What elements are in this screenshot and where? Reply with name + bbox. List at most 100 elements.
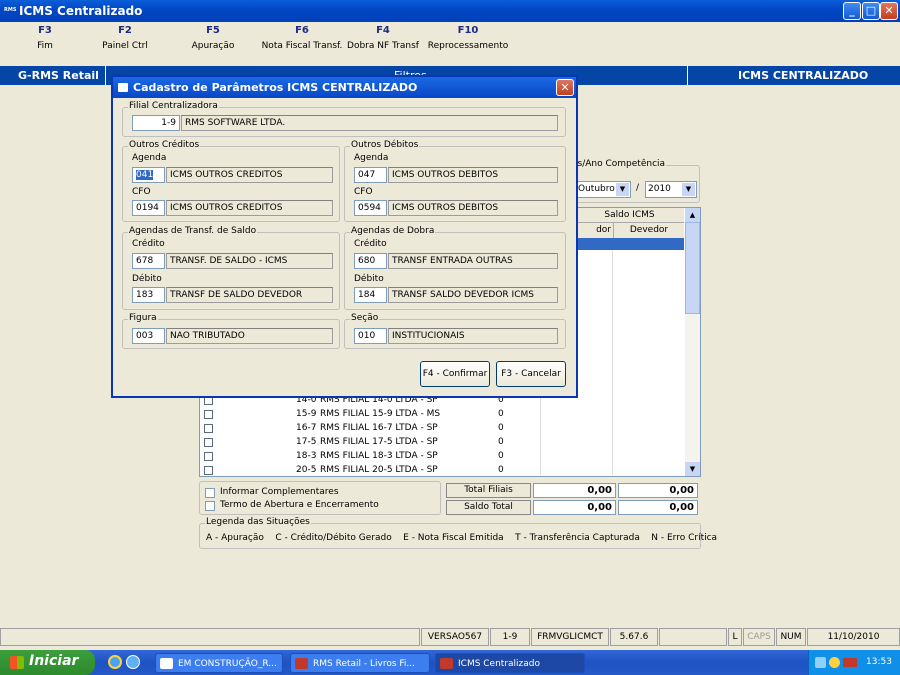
toolbar-key: F4 <box>376 25 390 36</box>
transf-debito-input[interactable]: 183 <box>132 287 165 303</box>
credito-label: Crédito <box>354 239 387 249</box>
task-icms-centralizado[interactable]: ICMS Centralizado <box>435 653 585 673</box>
secao-code-input[interactable]: 010 <box>354 328 387 344</box>
maximize-icon[interactable]: □ <box>862 2 880 20</box>
row-code: 15-9 <box>296 409 317 419</box>
scroll-up-icon[interactable]: ▲ <box>685 208 700 222</box>
main-title-bar: RMS ICMS Centralizado _ □ ✕ <box>0 0 900 22</box>
month-select[interactable]: Outubro ▼ <box>575 181 631 198</box>
row-checkbox[interactable] <box>204 410 213 419</box>
transf-debito-desc: TRANSF DE SALDO DEVEDOR <box>166 287 333 303</box>
legend-title: Legenda das Situações <box>205 517 311 527</box>
row-value: 0 <box>498 451 504 461</box>
dialog-title-bar: Cadastro de Parâmetros ICMS CENTRALIZADO… <box>113 77 576 98</box>
filial-code-input[interactable]: 1-9 <box>132 115 180 131</box>
status-blank <box>659 628 727 646</box>
network-icon[interactable] <box>815 657 826 668</box>
toolbar-painel-ctrl[interactable]: F2 Painel Ctrl <box>80 24 170 62</box>
total-filiais-label: Total Filiais <box>446 483 531 498</box>
filial-label: Filial Centralizadora <box>128 101 219 111</box>
saldo-total-value: 0,00 <box>533 500 616 515</box>
complementares-checkbox[interactable] <box>205 488 215 498</box>
status-form: FRMVGLICMCT <box>531 628 609 646</box>
toolbar-key: F6 <box>295 25 309 36</box>
scroll-thumb[interactable] <box>685 222 700 314</box>
minimize-icon[interactable]: _ <box>843 2 861 20</box>
rms-icon <box>295 658 308 669</box>
task-word-document[interactable]: EM CONSTRUÇÃO_R... <box>155 653 283 673</box>
year-select[interactable]: 2010 ▼ <box>645 181 697 198</box>
toolbar-key: F2 <box>118 25 132 36</box>
parametros-dialog: Cadastro de Parâmetros ICMS CENTRALIZADO… <box>111 75 578 398</box>
quicklaunch-icon[interactable] <box>126 655 140 669</box>
dialog-close-icon[interactable]: ✕ <box>556 79 574 96</box>
status-build: 5.67.6 <box>610 628 658 646</box>
row-value: 0 <box>498 423 504 433</box>
shield-icon[interactable] <box>829 657 840 668</box>
ie-icon[interactable] <box>108 655 122 669</box>
row-value: 0 <box>498 409 504 419</box>
creditos-agenda-value: 041 <box>136 170 154 180</box>
table-row[interactable]: 17-5 RMS FILIAL 17-5 LTDA - SP 0 <box>200 436 700 450</box>
dobra-credito-desc: TRANSF ENTRADA OUTRAS <box>388 253 558 269</box>
filial-group: Filial Centralizadora 1-9 RMS SOFTWARE L… <box>122 101 566 137</box>
cancel-button[interactable]: F3 - Cancelar <box>496 361 566 387</box>
toolbar-fim[interactable]: F3 Fim <box>0 24 90 62</box>
debitos-cfo-desc: ICMS OUTROS DEBITOS <box>388 200 558 216</box>
creditos-agenda-input[interactable]: 041 <box>132 167 165 183</box>
agenda-label: Agenda <box>354 153 389 163</box>
word-icon <box>160 658 173 669</box>
debitos-cfo-input[interactable]: 0594 <box>354 200 387 216</box>
toolbar-nota-fiscal-transf[interactable]: F6 Nota Fiscal Transf. <box>252 24 352 62</box>
close-icon[interactable]: ✕ <box>880 2 898 20</box>
row-checkbox[interactable] <box>204 452 213 461</box>
toolbar-label: Reprocessamento <box>427 41 509 51</box>
dobra-credito-input[interactable]: 680 <box>354 253 387 269</box>
grid-selected-row[interactable] <box>575 238 684 250</box>
task-rms-livros[interactable]: RMS Retail - Livros Fi... <box>290 653 430 673</box>
row-checkbox[interactable] <box>204 424 213 433</box>
toolbar-key: F10 <box>457 25 479 36</box>
credito-label: Crédito <box>132 239 165 249</box>
total-filiais-value: 0,00 <box>533 483 616 498</box>
debitos-agenda-input[interactable]: 047 <box>354 167 387 183</box>
figura-desc: NAO TRIBUTADO <box>166 328 333 344</box>
transf-credito-desc: TRANSF. DE SALDO - ICMS <box>166 253 333 269</box>
competencia-label: es/Ano Competência <box>571 159 667 169</box>
row-code: 17-5 <box>296 437 317 447</box>
table-row[interactable]: 18-3 RMS FILIAL 18-3 LTDA - SP 0 <box>200 450 700 464</box>
table-row[interactable]: 15-9 RMS FILIAL 15-9 LTDA - MS 0 <box>200 408 700 422</box>
chevron-down-icon[interactable]: ▼ <box>682 183 695 196</box>
chevron-down-icon[interactable]: ▼ <box>616 183 629 196</box>
table-row[interactable]: 16-7 RMS FILIAL 16-7 LTDA - SP 0 <box>200 422 700 436</box>
creditos-cfo-input[interactable]: 0194 <box>132 200 165 216</box>
complementares-label: Informar Complementares <box>220 487 339 497</box>
status-num: NUM <box>776 628 806 646</box>
start-button[interactable]: Iniciar <box>0 650 95 675</box>
toolbar-label: Painel Ctrl <box>102 41 148 51</box>
secao-label: Seção <box>350 313 380 323</box>
confirm-button[interactable]: F4 - Confirmar <box>420 361 490 387</box>
toolbar-reprocessamento[interactable]: F10 Reprocessamento <box>423 24 513 62</box>
rms-tray-icon[interactable] <box>843 658 857 667</box>
toolbar-dobra-nf-transf[interactable]: F4 Dobra NF Transf <box>338 24 428 62</box>
toolbar-label: Apuração <box>191 41 235 51</box>
status-version: VERSAO567 <box>421 628 489 646</box>
legend-group: Legenda das Situações A - Apuração C - C… <box>199 517 717 549</box>
filial-name-field: RMS SOFTWARE LTDA. <box>181 115 558 131</box>
band-left-title: G-RMS Retail <box>18 69 99 82</box>
row-code: 18-3 <box>296 451 317 461</box>
figura-label: Figura <box>128 313 158 323</box>
secao-desc: INSTITUCIONAIS <box>388 328 558 344</box>
row-code: 20-5 <box>296 465 317 475</box>
table-row[interactable]: 20-5 RMS FILIAL 20-5 LTDA - SP 0 <box>200 464 700 478</box>
transf-credito-input[interactable]: 678 <box>132 253 165 269</box>
termo-checkbox[interactable] <box>205 501 215 511</box>
toolbar-apuracao[interactable]: F5 Apuração <box>168 24 258 62</box>
dobra-debito-input[interactable]: 184 <box>354 287 387 303</box>
row-checkbox[interactable] <box>204 438 213 447</box>
row-checkbox[interactable] <box>204 466 213 475</box>
legend-text: A - Apuração C - Crédito/Débito Gerado E… <box>206 533 718 543</box>
figura-code-input[interactable]: 003 <box>132 328 165 344</box>
transf-saldo-label: Agendas de Transf. de Saldo <box>128 226 258 236</box>
